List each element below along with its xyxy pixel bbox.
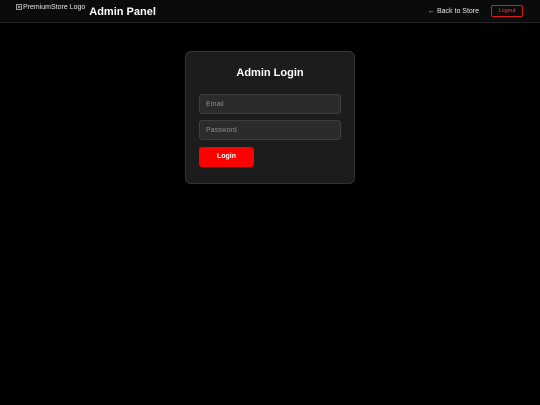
brand: PremiumStore Logo Admin Panel	[16, 3, 156, 19]
logout-button[interactable]: Logout	[491, 5, 523, 17]
login-card: Admin Login Login	[185, 51, 355, 184]
arrow-left-icon: ←	[428, 8, 435, 15]
email-field[interactable]	[199, 94, 341, 114]
page-title: Admin Panel	[89, 6, 156, 18]
login-title: Admin Login	[236, 67, 304, 79]
store-logo[interactable]: PremiumStore Logo	[16, 3, 85, 12]
back-to-store-link[interactable]: ← Back to Store	[428, 7, 479, 16]
password-field[interactable]	[199, 120, 341, 140]
store-logo-alt-text: PremiumStore Logo	[23, 4, 86, 11]
broken-image-icon	[16, 4, 22, 10]
back-to-store-label: Back to Store	[437, 8, 480, 15]
top-header: PremiumStore Logo Admin Panel ← Back to …	[0, 0, 540, 23]
login-button[interactable]: Login	[199, 147, 254, 167]
